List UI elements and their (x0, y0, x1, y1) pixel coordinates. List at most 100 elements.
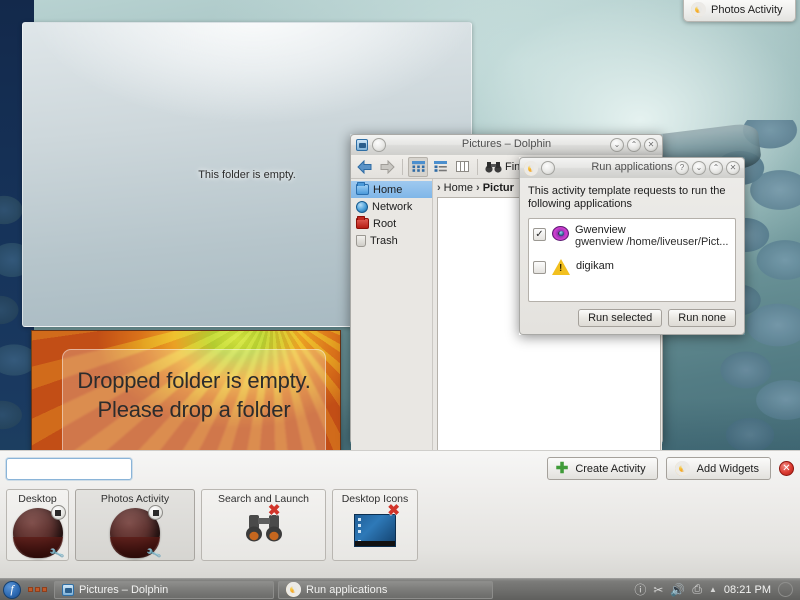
rundlg-close-button[interactable]: ✕ (726, 161, 740, 175)
dolphin-icon (62, 583, 74, 596)
breadcrumb-home[interactable]: Home (444, 182, 473, 194)
breadcrumb-current[interactable]: Pictur (483, 182, 514, 194)
activity-manager-panel: ✚ Create Activity Add Widgets ✕ Desktop … (0, 450, 800, 578)
desktop-pager[interactable] (28, 587, 47, 592)
gwenview-name: Gwenview (575, 224, 626, 236)
plasma-icon (674, 461, 690, 476)
back-arrow-icon[interactable] (355, 157, 375, 177)
dolphin-maximize-button[interactable]: ⌃ (627, 138, 641, 152)
volume-icon[interactable]: 🔊 (670, 583, 685, 597)
activity-card-photos-activity[interactable]: Photos Activity 🔧 (75, 489, 195, 562)
place-root[interactable]: Root (351, 215, 432, 232)
columns-view-icon[interactable] (452, 157, 472, 177)
taskbar-item-run-applications[interactable]: Run applications (278, 580, 493, 599)
kickoff-menu-button[interactable]: f (3, 580, 21, 599)
network-globe-icon (356, 200, 368, 213)
activity-indicator-pill[interactable]: Photos Activity (683, 0, 796, 22)
digikam-checkbox[interactable] (533, 261, 546, 274)
activity-panel-buttons: ✚ Create Activity Add Widgets ✕ (546, 457, 794, 480)
activity-card-search-and-launch[interactable]: Search and Launch ✖ (201, 489, 326, 561)
add-widgets-label: Add Widgets (696, 462, 759, 475)
activity-thumb-photos: 🔧 (110, 505, 163, 562)
dolphin-titlebar[interactable]: Pictures – Dolphin ⌄ ⌃ ✕ (350, 134, 663, 155)
rundlg-button-row: Run selected Run none (528, 309, 736, 327)
breadcrumb-sep-2: › (476, 182, 480, 194)
show-desktop-button[interactable] (778, 582, 793, 597)
trash-icon (356, 234, 366, 247)
activity-card-desktop[interactable]: Desktop 🔧 (6, 489, 69, 562)
klipper-scissors-icon[interactable]: ✂ (653, 583, 663, 597)
rundlg-message: This activity template requests to run t… (528, 185, 726, 210)
place-home-label: Home (373, 183, 403, 196)
activity-indicator-label: Photos Activity (711, 3, 783, 16)
place-network-label: Network (372, 200, 413, 213)
rundlg-maximize-button[interactable]: ⌃ (709, 161, 723, 175)
run-none-button[interactable]: Run none (668, 309, 736, 327)
gwenview-info: Gwenview gwenview /home/liveuser/Pict... (575, 224, 728, 248)
stop-badge-icon[interactable] (148, 505, 163, 520)
create-activity-label: Create Activity (575, 462, 646, 475)
gwenview-checkbox[interactable]: ✓ (533, 228, 546, 241)
stop-badge-icon[interactable] (50, 505, 66, 520)
wrench-icon[interactable]: 🔧 (145, 545, 163, 562)
details-view-icon[interactable] (430, 157, 450, 177)
remove-template-icon[interactable]: ✖ (268, 503, 281, 518)
close-panel-button[interactable]: ✕ (779, 461, 794, 476)
breadcrumb-sep-1: › (437, 182, 441, 194)
rundlg-titlebar-right: ? ⌄ ⌃ ✕ (675, 161, 740, 175)
plus-icon: ✚ (555, 460, 569, 477)
system-tray: ⓘ ✂ 🔊 ⎙ ▲ 08:21 PM (634, 581, 797, 598)
add-widgets-button[interactable]: Add Widgets (665, 457, 771, 480)
dropped-folder-widget[interactable]: Dropped folder is empty. Please drop a f… (31, 330, 341, 455)
app-row-digikam[interactable]: digikam (533, 257, 731, 275)
plasma-icon (691, 2, 706, 17)
find-label[interactable]: Fin (505, 161, 520, 173)
warning-triangle-icon (552, 259, 570, 275)
activity-search-box[interactable] (6, 458, 132, 480)
taskbar-item-dolphin-label: Pictures – Dolphin (79, 583, 169, 596)
find-binoculars-icon[interactable] (483, 157, 503, 177)
activity-thumb-search-launch: ✖ (241, 503, 287, 547)
forward-arrow-icon[interactable] (377, 157, 397, 177)
place-trash[interactable]: Trash (351, 232, 432, 249)
dolphin-titlebar-right: ⌄ ⌃ ✕ (610, 138, 658, 152)
activity-card-list: Desktop 🔧 Photos Activity 🔧 Search and L… (6, 489, 418, 562)
taskbar-item-run-label: Run applications (306, 583, 388, 596)
printer-icon[interactable]: ⎙ (692, 582, 702, 597)
place-network[interactable]: Network (351, 198, 432, 215)
wrench-icon[interactable]: 🔧 (48, 545, 65, 562)
plasma-icon (286, 582, 301, 597)
rundlg-body: This activity template requests to run t… (519, 178, 745, 335)
activity-card-search-launch-label: Search and Launch (217, 493, 310, 505)
activity-card-photos-label: Photos Activity (100, 493, 170, 505)
icons-view-icon[interactable] (408, 156, 428, 177)
clock[interactable]: 08:21 PM (724, 584, 771, 596)
rundlg-titlebar[interactable]: Run applications ? ⌄ ⌃ ✕ (519, 157, 745, 178)
gwenview-eye-icon (552, 226, 569, 241)
activity-search-input[interactable] (7, 459, 131, 479)
toolbar-separator (402, 158, 403, 175)
rundlg-app-list[interactable]: ✓ Gwenview gwenview /home/liveuser/Pict.… (528, 218, 736, 302)
activity-card-desktop-icons[interactable]: Desktop Icons ✖ (332, 489, 418, 561)
dropped-folder-panel: Dropped folder is empty. Please drop a f… (62, 349, 326, 454)
dolphin-shade-button[interactable]: ⌄ (610, 138, 624, 152)
tray-expand-arrow-icon[interactable]: ▲ (709, 585, 717, 594)
place-home[interactable]: Home (351, 181, 432, 198)
run-applications-dialog[interactable]: Run applications ? ⌄ ⌃ ✕ This activity t… (519, 157, 745, 335)
remove-template-icon[interactable]: ✖ (387, 503, 400, 518)
place-root-label: Root (373, 217, 397, 230)
gwenview-command: gwenview /home/liveuser/Pict... (575, 236, 729, 248)
app-row-gwenview[interactable]: ✓ Gwenview gwenview /home/liveuser/Pict.… (533, 224, 731, 248)
run-selected-button[interactable]: Run selected (578, 309, 663, 327)
dolphin-close-button[interactable]: ✕ (644, 138, 658, 152)
create-activity-button[interactable]: ✚ Create Activity (546, 457, 658, 480)
info-icon[interactable]: ⓘ (634, 581, 646, 598)
activity-thumb-desktop-icons: ✖ (354, 503, 400, 547)
rundlg-shade-button[interactable]: ⌄ (692, 161, 706, 175)
taskbar-item-dolphin[interactable]: Pictures – Dolphin (54, 580, 274, 599)
place-trash-label: Trash (370, 234, 398, 247)
rundlg-help-button[interactable]: ? (675, 161, 689, 175)
activity-card-desktop-label: Desktop (18, 493, 57, 505)
digikam-info: digikam (576, 260, 614, 272)
digikam-name: digikam (576, 260, 614, 272)
